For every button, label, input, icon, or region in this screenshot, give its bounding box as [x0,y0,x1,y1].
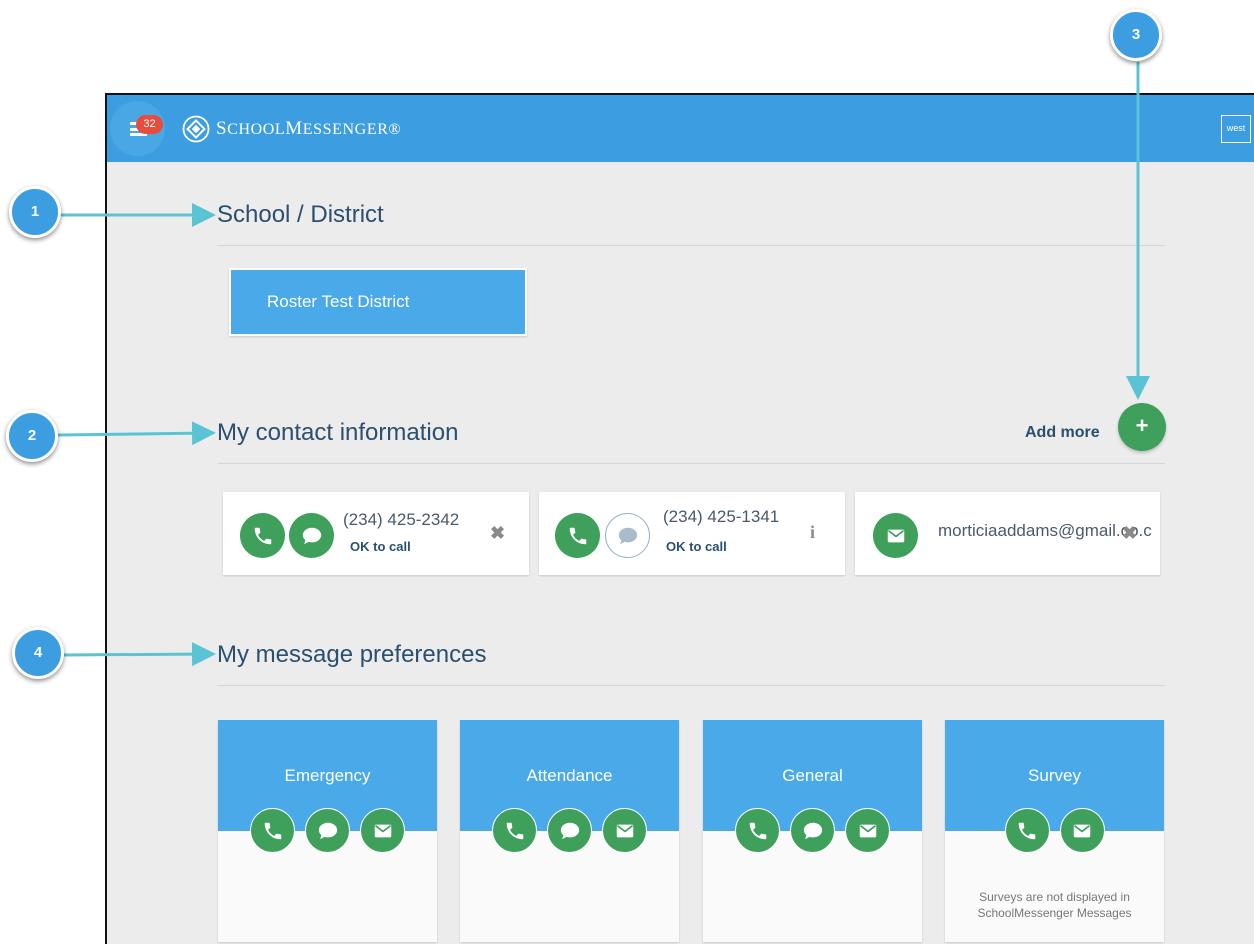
preference-title: General [782,766,843,785]
email-icon[interactable] [1059,808,1105,853]
phone-icon[interactable] [555,513,600,558]
preference-card-emergency[interactable]: Emergency [218,720,437,942]
message-preferences-heading: My message preferences [217,641,487,668]
email-address: morticiaaddams@gmail.co.c [938,521,1152,540]
contact-information-heading: My contact information [217,419,459,446]
preference-card-survey[interactable]: Survey Surveys are not displayed in Scho… [945,720,1164,942]
add-more-label[interactable]: Add more [1025,424,1100,442]
sms-icon[interactable] [289,513,334,558]
schoolmessenger-logo: SCHOOLMESSENGER® [182,114,401,144]
preference-title: Emergency [284,766,371,785]
section-divider [217,245,1165,246]
sms-icon[interactable] [305,808,350,853]
contact-card-phone-1[interactable]: (234) 425-2342 OK to call ✖ [223,492,529,575]
contact-card-email[interactable]: morticiaaddams@gmail.co.c ✖ [855,492,1160,575]
email-icon[interactable] [360,808,405,853]
email-icon[interactable] [602,808,647,853]
callout-2: 2 [6,410,58,462]
phone-icon[interactable] [492,808,537,853]
phone-number: (234) 425-2342 [343,510,460,529]
app-window: 32 SCHOOLMESSENGER® west School / Distri… [105,93,1254,944]
phone-number: (234) 425-1341 [663,507,780,526]
notification-badge: 32 [136,115,163,134]
district-logo[interactable]: west [1221,115,1251,143]
survey-note: Surveys are not displayed in SchoolMesse… [977,890,1132,920]
preference-card-attendance[interactable]: Attendance [460,720,679,942]
sms-icon[interactable] [790,808,835,853]
callout-1: 1 [9,186,61,238]
logo-text: SCHOOLMESSENGER® [216,118,402,139]
phone-icon[interactable] [735,808,780,853]
preference-title: Survey [1028,766,1081,785]
contact-card-phone-2[interactable]: (234) 425-1341 OK to call i [539,492,845,575]
sms-disabled-icon[interactable] [605,513,650,558]
preference-title: Attendance [526,766,613,785]
add-contact-button[interactable]: + [1118,403,1166,451]
call-status: OK to call [350,539,411,554]
phone-icon[interactable] [1004,808,1050,853]
email-icon[interactable] [873,513,918,558]
school-district-heading: School / District [217,201,384,228]
section-divider [217,463,1165,464]
phone-icon[interactable] [250,808,295,853]
call-status: OK to call [666,539,727,554]
schoolmessenger-logo-icon [182,115,210,143]
phone-icon[interactable] [240,513,285,558]
info-icon[interactable]: i [810,522,815,543]
email-icon[interactable] [845,808,890,853]
menu-button[interactable]: 32 [110,101,165,156]
remove-icon[interactable]: ✖ [490,523,505,544]
callout-4: 4 [12,627,64,679]
section-divider [217,685,1165,686]
sms-icon[interactable] [547,808,592,853]
callout-3: 3 [1110,9,1162,61]
remove-icon[interactable]: ✖ [1122,523,1137,544]
top-navigation-bar: 32 SCHOOLMESSENGER® west [107,95,1254,162]
district-card[interactable]: Roster Test District [229,268,527,336]
preference-card-general[interactable]: General [703,720,922,942]
